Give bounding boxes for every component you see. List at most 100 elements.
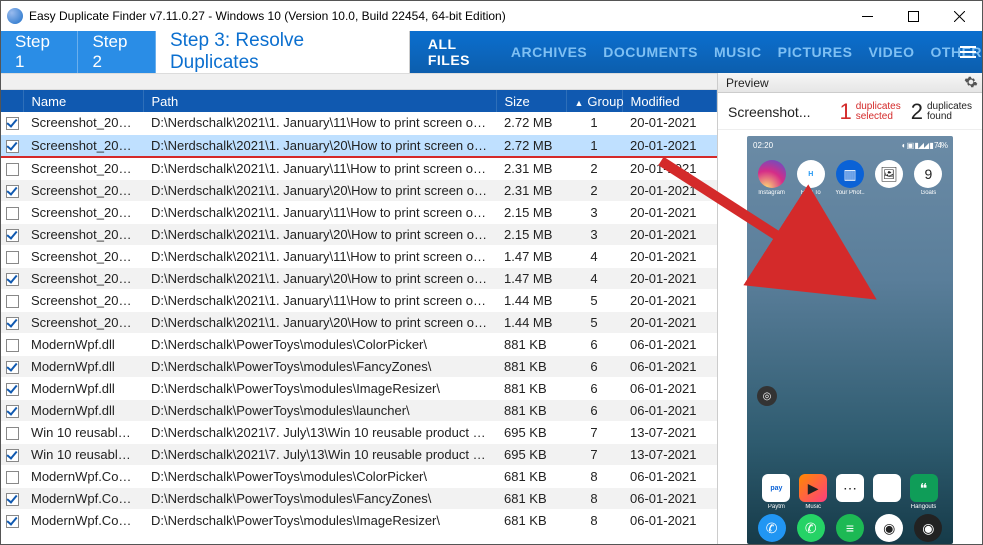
row-checkbox[interactable] [1, 157, 23, 180]
cell-path: D:\Nerdschalk\2021\1. January\20\How to … [143, 223, 496, 245]
row-checkbox[interactable] [1, 377, 23, 399]
filter-tabs: All Files Archives Documents Music Pictu… [428, 31, 982, 73]
table-row[interactable]: Win 10 reusable pro...D:\Nerdschalk\2021… [1, 421, 717, 443]
step-1-tab[interactable]: Step 1 [1, 31, 78, 73]
col-size[interactable]: Size [496, 90, 566, 112]
table-row[interactable]: ModernWpf.Controls...D:\Nerdschalk\Power… [1, 465, 717, 487]
step-2-tab[interactable]: Step 2 [78, 31, 155, 73]
row-checkbox[interactable] [1, 289, 23, 311]
phone-clock: 02:20 [753, 141, 773, 150]
table-row[interactable]: Screenshot_202101...D:\Nerdschalk\2021\1… [1, 157, 717, 180]
table-row[interactable]: Screenshot_202101...D:\Nerdschalk\2021\1… [1, 245, 717, 267]
phone-app-icon: ⋯ [833, 474, 868, 510]
row-checkbox[interactable] [1, 112, 23, 134]
filter-pictures[interactable]: Pictures [778, 44, 853, 60]
cell-group: 7 [566, 443, 622, 465]
row-checkbox[interactable] [1, 509, 23, 531]
phone-screenshot: 02:20 ◐ ▣ ▮◢◢ ▮ 74% InstagramHHow To▥You… [747, 136, 953, 544]
cell-size: 2.72 MB [496, 134, 566, 157]
cell-modified: 06-01-2021 [622, 509, 717, 531]
gear-icon[interactable] [964, 75, 978, 92]
cell-name: Screenshot_202101... [23, 267, 143, 289]
row-checkbox[interactable] [1, 333, 23, 355]
cell-size: 2.31 MB [496, 157, 566, 180]
table-row[interactable]: Win 10 reusable pro...D:\Nerdschalk\2021… [1, 443, 717, 465]
row-checkbox[interactable] [1, 134, 23, 157]
cell-name: ModernWpf.dll [23, 355, 143, 377]
cell-group: 4 [566, 267, 622, 289]
col-checkbox[interactable] [1, 90, 23, 112]
row-checkbox[interactable] [1, 179, 23, 201]
maximize-button[interactable] [890, 1, 936, 31]
filter-music[interactable]: Music [714, 44, 762, 60]
steps-bar: Step 1 Step 2 Step 3: Resolve Duplicates… [1, 31, 982, 73]
cell-path: D:\Nerdschalk\2021\1. January\20\How to … [143, 311, 496, 333]
phone-app-icon: Instagram [753, 160, 790, 196]
toolbar-strip [1, 74, 717, 90]
table-row[interactable]: Screenshot_202101...D:\Nerdschalk\2021\1… [1, 289, 717, 311]
filter-documents[interactable]: Documents [603, 44, 698, 60]
cell-group: 3 [566, 201, 622, 223]
close-button[interactable] [936, 1, 982, 31]
phone-app-row-2: payPaytm▶Music⋯ ❝Hangouts [753, 468, 947, 510]
table-row[interactable]: ModernWpf.Controls...D:\Nerdschalk\Power… [1, 487, 717, 509]
cell-size: 2.72 MB [496, 112, 566, 134]
cell-size: 2.31 MB [496, 179, 566, 201]
cell-name: Screenshot_202101... [23, 245, 143, 267]
cell-name: Win 10 reusable pro... [23, 421, 143, 443]
row-checkbox[interactable] [1, 201, 23, 223]
cell-name: ModernWpf.Controls... [23, 509, 143, 531]
preview-stats: Screenshot... 1 duplicatesselected 2 dup… [718, 93, 982, 130]
table-row[interactable]: Screenshot_202101...D:\Nerdschalk\2021\1… [1, 134, 717, 157]
table-row[interactable]: ModernWpf.dllD:\Nerdschalk\PowerToys\mod… [1, 333, 717, 355]
cell-path: D:\Nerdschalk\2021\7. July\13\Win 10 reu… [143, 421, 496, 443]
phone-dock-area: payPaytm▶Music⋯ ❝Hangouts ✆✆≡◉◉ [747, 464, 953, 544]
table-row[interactable]: ModernWpf.Controls...D:\Nerdschalk\Power… [1, 509, 717, 531]
minimize-button[interactable] [844, 1, 890, 31]
cell-group: 6 [566, 377, 622, 399]
col-modified[interactable]: Modified [622, 90, 717, 112]
cell-modified: 06-01-2021 [622, 399, 717, 421]
col-name[interactable]: Name [23, 90, 143, 112]
phone-app-icon: ≡ [831, 514, 868, 542]
filter-archives[interactable]: Archives [511, 44, 587, 60]
col-path[interactable]: Path [143, 90, 496, 112]
row-checkbox[interactable] [1, 355, 23, 377]
table-row[interactable]: Screenshot_202101...D:\Nerdschalk\2021\1… [1, 223, 717, 245]
row-checkbox[interactable] [1, 311, 23, 333]
table-row[interactable]: Screenshot_202101...D:\Nerdschalk\2021\1… [1, 112, 717, 134]
cell-path: D:\Nerdschalk\2021\1. January\20\How to … [143, 179, 496, 201]
menu-icon[interactable] [958, 31, 978, 73]
row-checkbox[interactable] [1, 443, 23, 465]
cell-modified: 13-07-2021 [622, 443, 717, 465]
cell-path: D:\Nerdschalk\2021\1. January\11\How to … [143, 245, 496, 267]
cell-modified: 20-01-2021 [622, 112, 717, 134]
cell-path: D:\Nerdschalk\PowerToys\modules\ImageRes… [143, 509, 496, 531]
step-3-tab[interactable]: Step 3: Resolve Duplicates [156, 31, 410, 73]
table-row[interactable]: Screenshot_202101...D:\Nerdschalk\2021\1… [1, 311, 717, 333]
col-group[interactable]: Group [566, 90, 622, 112]
table-row[interactable]: Screenshot_202101...D:\Nerdschalk\2021\1… [1, 267, 717, 289]
table-row[interactable]: ModernWpf.dllD:\Nerdschalk\PowerToys\mod… [1, 355, 717, 377]
row-checkbox[interactable] [1, 465, 23, 487]
phone-app-icon: HHow To [792, 160, 829, 196]
table-row[interactable]: ModernWpf.dllD:\Nerdschalk\PowerToys\mod… [1, 399, 717, 421]
row-checkbox[interactable] [1, 245, 23, 267]
cell-group: 1 [566, 134, 622, 157]
row-checkbox[interactable] [1, 223, 23, 245]
filter-video[interactable]: Video [868, 44, 914, 60]
cell-path: D:\Nerdschalk\2021\1. January\11\How to … [143, 157, 496, 180]
stat-selected-num: 1 [839, 99, 851, 125]
table-row[interactable]: ModernWpf.dllD:\Nerdschalk\PowerToys\mod… [1, 377, 717, 399]
row-checkbox[interactable] [1, 487, 23, 509]
cell-modified: 20-01-2021 [622, 179, 717, 201]
row-checkbox[interactable] [1, 421, 23, 443]
window-title: Easy Duplicate Finder v7.11.0.27 - Windo… [29, 9, 844, 23]
row-checkbox[interactable] [1, 267, 23, 289]
table-row[interactable]: Screenshot_202101...D:\Nerdschalk\2021\1… [1, 179, 717, 201]
table-row[interactable]: Screenshot_202101...D:\Nerdschalk\2021\1… [1, 201, 717, 223]
cell-modified: 20-01-2021 [622, 289, 717, 311]
row-checkbox[interactable] [1, 399, 23, 421]
filter-all[interactable]: All Files [428, 36, 495, 68]
cell-path: D:\Nerdschalk\PowerToys\modules\FancyZon… [143, 355, 496, 377]
